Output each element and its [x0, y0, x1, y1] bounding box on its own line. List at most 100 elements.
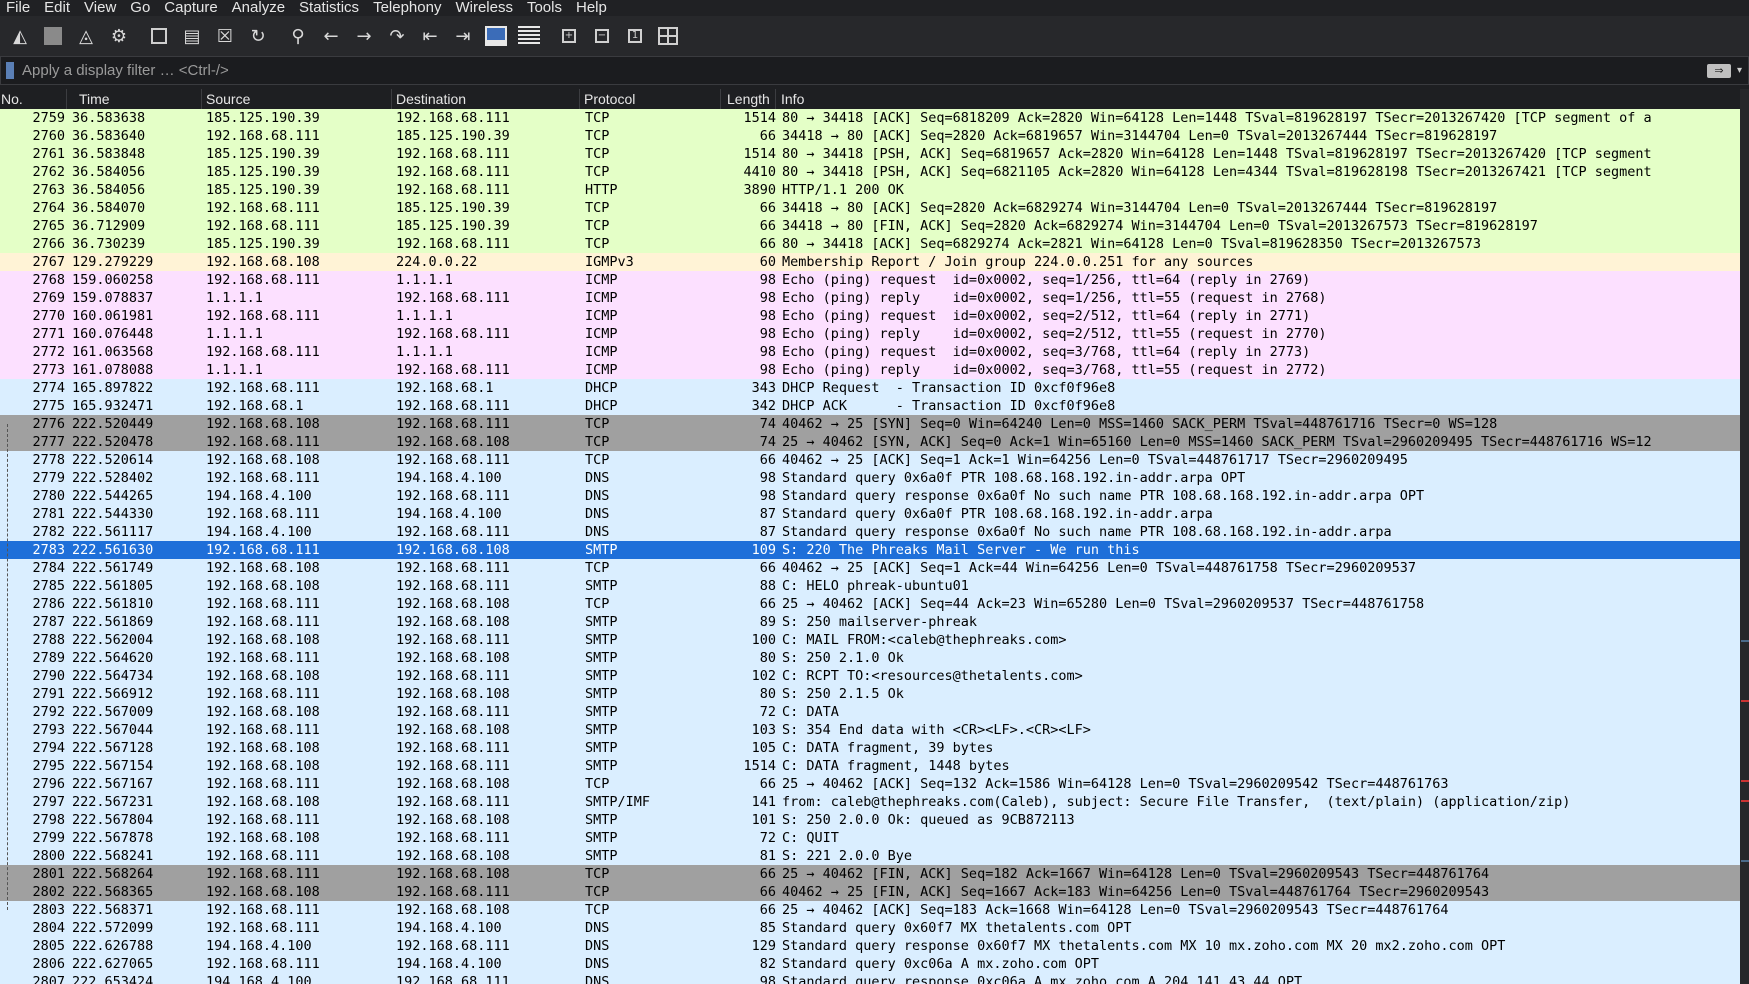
- column-header-no[interactable]: No.: [1, 91, 23, 107]
- packet-list[interactable]: 2759 36.583638 185.125.190.39 192.168.68.11…: [0, 109, 1740, 984]
- table-row[interactable]: 2793 222.567044 192.168.68.111 192.168.68.1…: [0, 721, 1740, 739]
- table-row[interactable]: 2795 222.567154 192.168.68.108 192.168.68.1…: [0, 757, 1740, 775]
- column-header-length[interactable]: Length: [727, 91, 770, 107]
- table-row[interactable]: 2806 222.627065 192.168.68.111 194.168.4.10…: [0, 955, 1740, 973]
- go-first-packet-icon[interactable]: ⇤: [417, 23, 443, 49]
- menu-help[interactable]: Help: [570, 0, 615, 15]
- column-divider[interactable]: [775, 89, 776, 109]
- table-row[interactable]: 2771 160.076448 1.1.1.1 192.168.68.111 ICMP 9…: [0, 325, 1740, 343]
- menu-statistics[interactable]: Statistics: [293, 0, 367, 15]
- menu-telephony[interactable]: Telephony: [367, 0, 449, 15]
- table-row[interactable]: 2759 36.583638 185.125.190.39 192.168.68.11…: [0, 109, 1740, 127]
- bookmark-icon[interactable]: [6, 62, 14, 79]
- table-row[interactable]: 2765 36.712909 192.168.68.111 185.125.190.3…: [0, 217, 1740, 235]
- table-row[interactable]: 2778 222.520614 192.168.68.108 192.168.68.1…: [0, 451, 1740, 469]
- close-file-icon[interactable]: ☒: [212, 23, 238, 49]
- normal-size-icon[interactable]: 1: [622, 23, 648, 49]
- scrollbar-marker: [1741, 860, 1749, 862]
- find-packet-icon[interactable]: ⚲: [285, 23, 311, 49]
- table-row[interactable]: 2784 222.561749 192.168.68.108 192.168.68.1…: [0, 559, 1740, 577]
- menu-file[interactable]: File: [0, 0, 38, 15]
- menu-analyze[interactable]: Analyze: [226, 0, 293, 15]
- table-row[interactable]: 2794 222.567128 192.168.68.108 192.168.68.1…: [0, 739, 1740, 757]
- table-row[interactable]: 2770 160.061981 192.168.68.111 1.1.1.1 ICMP 9…: [0, 307, 1740, 325]
- zoom-out-icon[interactable]: −: [589, 23, 615, 49]
- menu-view[interactable]: View: [78, 0, 124, 15]
- capture-options-icon[interactable]: ⚙: [106, 23, 132, 49]
- table-row[interactable]: 2776 222.520449 192.168.68.108 192.168.68.1…: [0, 415, 1740, 433]
- table-row[interactable]: 2801 222.568264 192.168.68.111 192.168.68.1…: [0, 865, 1740, 883]
- table-row[interactable]: 2782 222.561117 194.168.4.100 192.168.68.11…: [0, 523, 1740, 541]
- table-row[interactable]: 2792 222.567009 192.168.68.108 192.168.68.1…: [0, 703, 1740, 721]
- table-row[interactable]: 2764 36.584070 192.168.68.111 185.125.190.3…: [0, 199, 1740, 217]
- column-divider[interactable]: [579, 89, 580, 109]
- table-row[interactable]: 2774 165.897822 192.168.68.111 192.168.68.1…: [0, 379, 1740, 397]
- table-row[interactable]: 2775 165.932471 192.168.68.1 192.168.68.111…: [0, 397, 1740, 415]
- table-row[interactable]: 2768 159.060258 192.168.68.111 1.1.1.1 ICMP 9…: [0, 271, 1740, 289]
- table-row[interactable]: 2786 222.561810 192.168.68.111 192.168.68.1…: [0, 595, 1740, 613]
- table-row[interactable]: 2780 222.544265 194.168.4.100 192.168.68.11…: [0, 487, 1740, 505]
- table-row[interactable]: 2790 222.564734 192.168.68.108 192.168.68.1…: [0, 667, 1740, 685]
- table-row[interactable]: 2789 222.564620 192.168.68.111 192.168.68.1…: [0, 649, 1740, 667]
- table-row[interactable]: 2761 36.583848 185.125.190.39 192.168.68.11…: [0, 145, 1740, 163]
- open-file-icon[interactable]: [146, 23, 172, 49]
- table-row[interactable]: 2785 222.561805 192.168.68.108 192.168.68.1…: [0, 577, 1740, 595]
- display-filter-input[interactable]: [22, 62, 1707, 79]
- table-row[interactable]: 2799 222.567878 192.168.68.108 192.168.68.1…: [0, 829, 1740, 847]
- menu-capture[interactable]: Capture: [158, 0, 225, 15]
- table-row[interactable]: 2796 222.567167 192.168.68.111 192.168.68.1…: [0, 775, 1740, 793]
- menu-tools[interactable]: Tools: [521, 0, 570, 15]
- apply-filter-arrow-icon[interactable]: ⇒: [1706, 63, 1731, 78]
- table-row[interactable]: 2800 222.568241 192.168.68.111 192.168.68.1…: [0, 847, 1740, 865]
- table-row-selected[interactable]: 2783 222.561630 192.168.68.111 192.168.68.1…: [0, 541, 1740, 559]
- column-divider[interactable]: [391, 89, 392, 109]
- table-row[interactable]: 2803 222.568371 192.168.68.111 192.168.68.1…: [0, 901, 1740, 919]
- table-row[interactable]: 2781 222.544330 192.168.68.111 194.168.4.10…: [0, 505, 1740, 523]
- menu-go[interactable]: Go: [124, 0, 158, 15]
- column-header-protocol[interactable]: Protocol: [584, 91, 635, 107]
- stop-capture-icon[interactable]: [40, 23, 66, 49]
- table-row[interactable]: 2807 222.653424 194.168.4.100 192.168.68.11…: [0, 973, 1740, 984]
- table-row[interactable]: 2805 222.626788 194.168.4.100 192.168.68.11…: [0, 937, 1740, 955]
- auto-scroll-icon[interactable]: [483, 23, 509, 49]
- resize-columns-icon[interactable]: [655, 23, 681, 49]
- menu-edit[interactable]: Edit: [38, 0, 78, 15]
- menu-wireless[interactable]: Wireless: [449, 0, 521, 15]
- table-row[interactable]: 2802 222.568365 192.168.68.108 192.168.68.1…: [0, 883, 1740, 901]
- table-row[interactable]: 2760 36.583640 192.168.68.111 185.125.190.3…: [0, 127, 1740, 145]
- go-last-packet-icon[interactable]: ⇥: [450, 23, 476, 49]
- go-forward-icon[interactable]: →: [351, 23, 377, 49]
- column-divider[interactable]: [201, 89, 202, 109]
- column-header-destination[interactable]: Destination: [396, 91, 466, 107]
- table-row[interactable]: 2766 36.730239 185.125.190.39 192.168.68.11…: [0, 235, 1740, 253]
- table-row[interactable]: 2773 161.078088 1.1.1.1 192.168.68.111 ICMP 9…: [0, 361, 1740, 379]
- reload-file-icon[interactable]: ↻: [245, 23, 271, 49]
- table-row[interactable]: 2787 222.561869 192.168.68.111 192.168.68.1…: [0, 613, 1740, 631]
- table-row[interactable]: 2762 36.584056 185.125.190.39 192.168.68.11…: [0, 163, 1740, 181]
- go-back-icon[interactable]: ←: [318, 23, 344, 49]
- table-row[interactable]: 2791 222.566912 192.168.68.111 192.168.68.1…: [0, 685, 1740, 703]
- table-row[interactable]: 2779 222.528402 192.168.68.111 194.168.4.10…: [0, 469, 1740, 487]
- colorize-icon[interactable]: [516, 23, 542, 49]
- column-divider[interactable]: [720, 89, 721, 109]
- save-file-icon[interactable]: ▤: [179, 23, 205, 49]
- column-header-source[interactable]: Source: [206, 91, 250, 107]
- shark-fin-start-icon[interactable]: ◭: [7, 23, 33, 49]
- go-to-packet-icon[interactable]: ↷: [384, 23, 410, 49]
- table-row[interactable]: 2788 222.562004 192.168.68.108 192.168.68.1…: [0, 631, 1740, 649]
- vertical-scrollbar[interactable]: [1740, 89, 1749, 984]
- table-row[interactable]: 2769 159.078837 1.1.1.1 192.168.68.111 ICMP 9…: [0, 289, 1740, 307]
- table-row[interactable]: 2804 222.572099 192.168.68.111 194.168.4.10…: [0, 919, 1740, 937]
- table-row[interactable]: 2767 129.279229 192.168.68.108 224.0.0.22 IG…: [0, 253, 1740, 271]
- table-row[interactable]: 2797 222.567231 192.168.68.108 192.168.68.1…: [0, 793, 1740, 811]
- zoom-in-icon[interactable]: +: [556, 23, 582, 49]
- table-row[interactable]: 2772 161.063568 192.168.68.111 1.1.1.1 ICMP 9…: [0, 343, 1740, 361]
- column-divider[interactable]: [66, 89, 67, 109]
- table-row[interactable]: 2777 222.520478 192.168.68.111 192.168.68.1…: [0, 433, 1740, 451]
- column-header-info[interactable]: Info: [781, 91, 804, 107]
- restart-capture-icon[interactable]: ◬: [73, 23, 99, 49]
- table-row[interactable]: 2763 36.584056 185.125.190.39 192.168.68.11…: [0, 181, 1740, 199]
- table-row[interactable]: 2798 222.567804 192.168.68.111 192.168.68.1…: [0, 811, 1740, 829]
- column-header-time[interactable]: Time: [79, 91, 110, 107]
- chevron-down-icon[interactable]: ▾: [1737, 65, 1742, 76]
